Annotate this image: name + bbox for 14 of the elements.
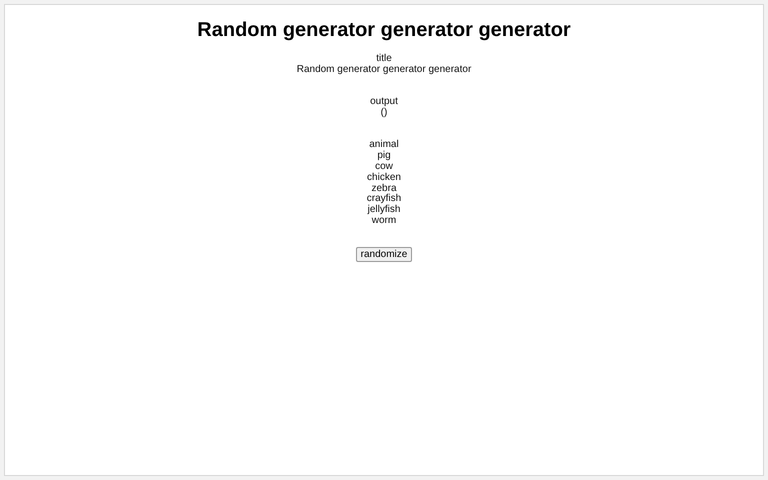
section-line: pig (377, 151, 391, 162)
section-line: worm (372, 216, 396, 227)
section-line: cow (375, 162, 393, 172)
section-line: Random generator generator generator (296, 64, 472, 76)
section-label: output (370, 97, 398, 108)
section-label: title (376, 54, 392, 65)
section-label: animal (369, 140, 399, 150)
section-line: jellyfish (368, 205, 400, 216)
page-heading: Random generator generator generator (197, 18, 571, 42)
randomize-button[interactable]: randomize (356, 247, 412, 262)
section-line: () (380, 108, 388, 119)
section-line: chicken (367, 172, 401, 184)
section-line: crayfish (366, 194, 402, 204)
section-line: zebra (371, 184, 396, 194)
